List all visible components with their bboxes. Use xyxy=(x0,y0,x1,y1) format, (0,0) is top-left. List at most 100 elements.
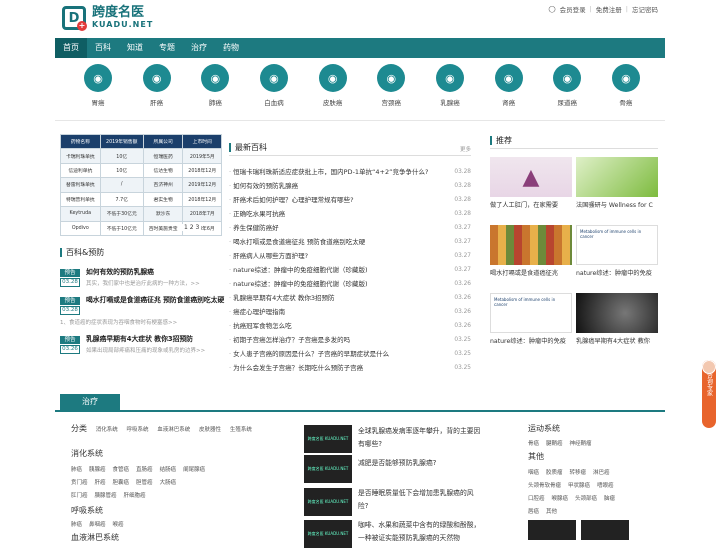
list-item[interactable]: 养生保健防癌好03.27 xyxy=(229,221,471,235)
list-item[interactable]: 肝癌病人从哪些方面护理?03.27 xyxy=(229,249,471,263)
category-kidney[interactable]: ◉ 肾癌 xyxy=(483,64,535,112)
slide-pager[interactable]: 1 2 3 xyxy=(182,224,202,231)
recommend-card[interactable]: ▲ 做了人工肛门，在家需要 xyxy=(490,157,572,209)
article-title[interactable]: 咖啡、水果和蔬菜中含有的绿酸和酚酸，一种被证实能预防乳腺癌的天然物 xyxy=(358,519,483,545)
category-bar: ◉ 胃癌 ◉ 肝癌 ◉ 肺癌 ◉ 白血病 ◉ 皮肤癌 ◉ 宫颈癌 ◉ 乳腺癌 ◉ 肾癌 ◉ 尿道癌… xyxy=(72,64,652,112)
list-item[interactable]: 预告 03.28 如何有效的预防乳腺癌 其实，我们家中也是治疗此病的一种方法，>… xyxy=(60,268,222,290)
list-item[interactable]: 恒瑞卡瑞利珠新适应症获批上市，国内PD-1单抗“4+2”竞争争什么?03.28 xyxy=(229,165,471,179)
thumb-image[interactable] xyxy=(528,520,576,540)
fenlei-item[interactable]: 皮肤器性 xyxy=(199,427,221,433)
list-item[interactable]: 正确吃水果可抗癌03.28 xyxy=(229,207,471,221)
category-liver[interactable]: ◉ 肝癌 xyxy=(131,64,183,112)
list-item[interactable]: 预告 03.28 喝水打嗝或是食道癌征兆 预防食道癌别吃太硬 1、食道癌的症状表… xyxy=(60,296,224,326)
recommend-card[interactable]: Metabolism of immune cells in cancer nat… xyxy=(576,225,658,277)
bladder-icon: ◉ xyxy=(553,64,582,92)
recommend-image xyxy=(490,225,572,265)
article-title[interactable]: 是否睡眠质量低下会增加患乳腺癌的风险? xyxy=(358,487,483,513)
list-item[interactable]: 女人患子宫癌的原因是什么？子宫癌的早期症状是什么03.25 xyxy=(229,347,471,361)
skin-icon: ◉ xyxy=(318,64,347,92)
fenlei-item[interactable]: 消化系统 xyxy=(96,427,118,433)
recommend-image xyxy=(576,293,658,333)
list-item[interactable]: 喝水打嗝或是食道癌征兆 预防食道癌别吃太硬03.27 xyxy=(229,235,471,249)
fenlei-item[interactable]: 血液淋巴系统 xyxy=(157,427,190,433)
recommend-card[interactable]: Metabolism of immune cells in cancer nat… xyxy=(490,293,572,345)
category-leukemia[interactable]: ◉ 白血病 xyxy=(248,64,300,112)
main-nav: 首页 百科 知道 专题 治疗 药物 xyxy=(55,38,665,58)
latest-header: 最新百科 更多 xyxy=(229,143,471,156)
table-row: 卡瑞利珠单抗 10亿 恒瑞医药 2019年5月 xyxy=(60,148,222,164)
article-title[interactable]: 减肥是否能够预防乳腺癌? xyxy=(358,457,483,470)
category-stomach[interactable]: ◉ 胃癌 xyxy=(72,64,124,112)
group-title: 血液淋巴系统 xyxy=(71,533,119,542)
breast-icon: ◉ xyxy=(435,64,464,92)
recommend-card[interactable]: 法国骚研与 Wellness for C xyxy=(576,157,658,209)
category-cervical[interactable]: ◉ 宫颈癌 xyxy=(365,64,417,112)
nav-zhidao[interactable]: 知道 xyxy=(119,38,151,58)
recommend-card[interactable]: 喝水打嗝或是食道癌征兆 xyxy=(490,225,572,277)
more-link[interactable]: 更多 xyxy=(460,145,471,153)
category-bone[interactable]: ◉ 骨癌 xyxy=(600,64,652,112)
list-item[interactable]: 癌症心理护理指南03.26 xyxy=(229,305,471,319)
list-item[interactable]: 如何有效的预防乳腺癌03.28 xyxy=(229,179,471,193)
list-item[interactable]: 为什么会发生子宫癌？长期吃什么预防子宫癌03.25 xyxy=(229,361,471,375)
forgot-password-link[interactable]: 忘记密码 xyxy=(632,4,658,14)
login-link[interactable]: 会员登录 xyxy=(560,4,586,14)
latest-title: 最新百科 xyxy=(229,143,267,152)
article-thumb[interactable]: 跨度名医 KUADU.NET xyxy=(304,455,352,483)
list-item[interactable]: nature综述：肿瘤中的免疫细胞代谢（珍藏版)03.26 xyxy=(229,277,471,291)
nav-zhuanti[interactable]: 专题 xyxy=(151,38,183,58)
nav-zhiliao[interactable]: 治疗 xyxy=(183,38,215,58)
group-items: 骨癌 腱鞘癌 神经鞘瘤 xyxy=(528,441,592,447)
recommend-image: Metabolism of immune cells in cancer xyxy=(576,225,658,265)
recommend-card[interactable]: 乳腺癌早期有4大症状 教你 xyxy=(576,293,658,345)
category-breast[interactable]: ◉ 乳腺癌 xyxy=(424,64,476,112)
badge: 预告 xyxy=(60,336,80,344)
left-section-title: 百科&预防 xyxy=(60,248,104,257)
consult-float-button[interactable]: 咨询专家 xyxy=(702,360,716,428)
logo-mark: D + xyxy=(62,6,87,31)
group-title: 运动系统 xyxy=(528,424,560,433)
nav-home[interactable]: 首页 xyxy=(55,38,87,58)
uterus-icon: ◉ xyxy=(377,64,406,92)
drug-table: 药物名称 2019年销售额 所属公司 上市时间 卡瑞利珠单抗 10亿 恒瑞医药 2019年5… xyxy=(60,133,222,237)
group-title: 呼吸系统 xyxy=(71,506,103,515)
logo-title: 跨度名医 xyxy=(92,5,145,20)
article-thumb[interactable]: 跨度名医 KUADU.NET xyxy=(304,488,352,516)
list-item[interactable]: 预告 03.26 乳腺癌早期有4大症状 教你3招预防 如果出现局部疼痛和压痛的现… xyxy=(60,335,222,357)
category-urethra[interactable]: ◉ 尿道癌 xyxy=(541,64,593,112)
fenlei-row: 分类 消化系统 呼吸系统 血液淋巴系统 皮肤器性 生殖系统 xyxy=(71,424,252,433)
plus-icon: + xyxy=(77,21,87,31)
list-item[interactable]: 乳腺癌早期有4大症状 教你3招预防03.26 xyxy=(229,291,471,305)
register-link[interactable]: 免费注册 xyxy=(596,4,622,14)
list-item[interactable]: 肝癌术后如何护理？心理护理常规有哪些?03.28 xyxy=(229,193,471,207)
recommend-header: 推荐 xyxy=(490,134,658,149)
date: 03.26 xyxy=(60,345,80,354)
badge: 预告 xyxy=(60,297,80,305)
recommend-image: ▲ xyxy=(490,157,572,197)
nav-yaowu[interactable]: 药物 xyxy=(215,38,247,58)
date: 03.28 xyxy=(60,306,80,315)
group-items: 肺癌 鼻咽癌 喉癌 xyxy=(71,522,124,528)
list-item[interactable]: 初期子宫癌怎样治疗？子宫癌是多发的吗03.25 xyxy=(229,333,471,347)
latest-list: 恒瑞卡瑞利珠新适应症获批上市，国内PD-1单抗“4+2”竞争争什么?03.28 … xyxy=(229,165,471,375)
treatment-bar: 治疗 xyxy=(55,394,665,412)
fenlei-item[interactable]: 呼吸系统 xyxy=(127,427,149,433)
logo-subtitle: KUADU.NET xyxy=(92,20,154,29)
site-logo[interactable]: D + 跨度名医 KUADU.NET xyxy=(62,4,153,32)
nav-baike[interactable]: 百科 xyxy=(87,38,119,58)
category-skin[interactable]: ◉ 皮肤癌 xyxy=(307,64,359,112)
list-item[interactable]: nature综述：肿瘤中的免疫细胞代谢（珍藏版)03.27 xyxy=(229,263,471,277)
category-lung[interactable]: ◉ 肺癌 xyxy=(189,64,241,112)
tab-treatment[interactable]: 治疗 xyxy=(60,394,120,410)
table-row: 特瑞普利单抗 7.7亿 君实生物 2018年12月 xyxy=(60,191,222,208)
list-item[interactable]: 抗癌冠军食物怎么吃03.26 xyxy=(229,319,471,333)
recommend-image: Metabolism of immune cells in cancer xyxy=(490,293,572,333)
date: 03.28 xyxy=(60,278,80,287)
article-title[interactable]: 全球乳腺癌发病率逐年攀升，背的主要因有哪些? xyxy=(358,425,483,451)
thumb-image[interactable] xyxy=(581,520,629,540)
stomach-icon: ◉ xyxy=(84,64,112,92)
article-thumb[interactable]: 跨度名医 KUADU.NET xyxy=(304,520,352,548)
article-thumb[interactable]: 跨度名医 KUADU.NET xyxy=(304,425,352,453)
top-links: ◯ 会员登录 | 免费注册 | 忘记密码 xyxy=(548,4,658,14)
fenlei-item[interactable]: 生殖系统 xyxy=(230,427,252,433)
